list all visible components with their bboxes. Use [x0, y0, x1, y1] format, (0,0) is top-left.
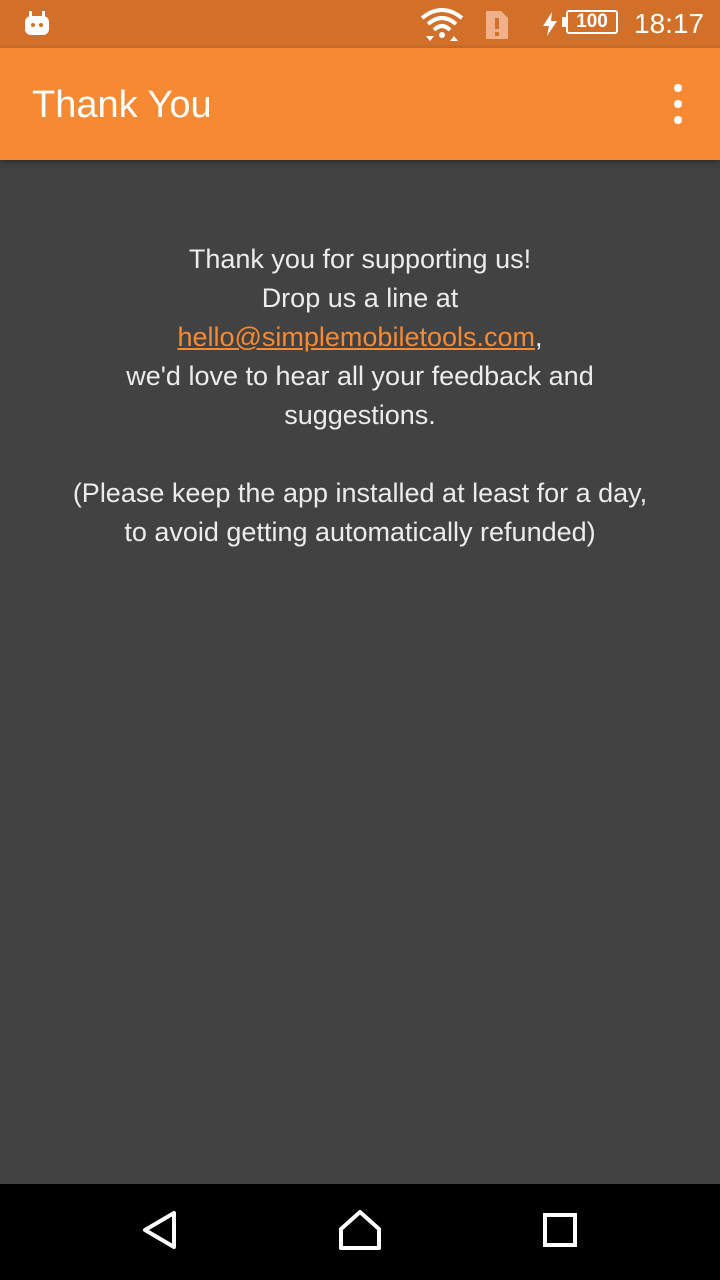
- status-time: 18:17: [634, 8, 705, 39]
- email-suffix: ,: [535, 322, 543, 352]
- email-link[interactable]: hello@simplemobiletools.com: [177, 322, 535, 352]
- battery-indicator: 100: [562, 10, 618, 34]
- back-button[interactable]: [100, 1184, 220, 1280]
- charging-icon: [541, 12, 559, 41]
- app-bar: Thank You: [0, 48, 720, 160]
- refund-note: (Please keep the app installed at least …: [72, 478, 648, 547]
- back-icon: [140, 1210, 180, 1255]
- android-notification-icon: [24, 10, 50, 41]
- sim-alert-icon: [484, 9, 510, 46]
- navigation-bar: [0, 1184, 720, 1280]
- more-vert-icon[interactable]: [664, 84, 692, 124]
- home-icon: [338, 1209, 382, 1256]
- message-line-3: we'd love to hear all your feedback and …: [126, 361, 594, 430]
- wifi-icon: [420, 8, 464, 47]
- home-button[interactable]: [300, 1184, 420, 1280]
- page-title: Thank You: [32, 84, 212, 126]
- status-bar: 100 18:17: [0, 0, 720, 48]
- email-line: hello@simplemobiletools.com,: [60, 318, 660, 357]
- recents-button[interactable]: [500, 1184, 620, 1280]
- message-line-2: Drop us a line at: [261, 283, 459, 313]
- message-line-1: Thank you for supporting us!: [188, 244, 532, 274]
- recents-icon: [542, 1212, 578, 1253]
- thank-you-message: Thank you for supporting us! Drop us a l…: [60, 240, 660, 552]
